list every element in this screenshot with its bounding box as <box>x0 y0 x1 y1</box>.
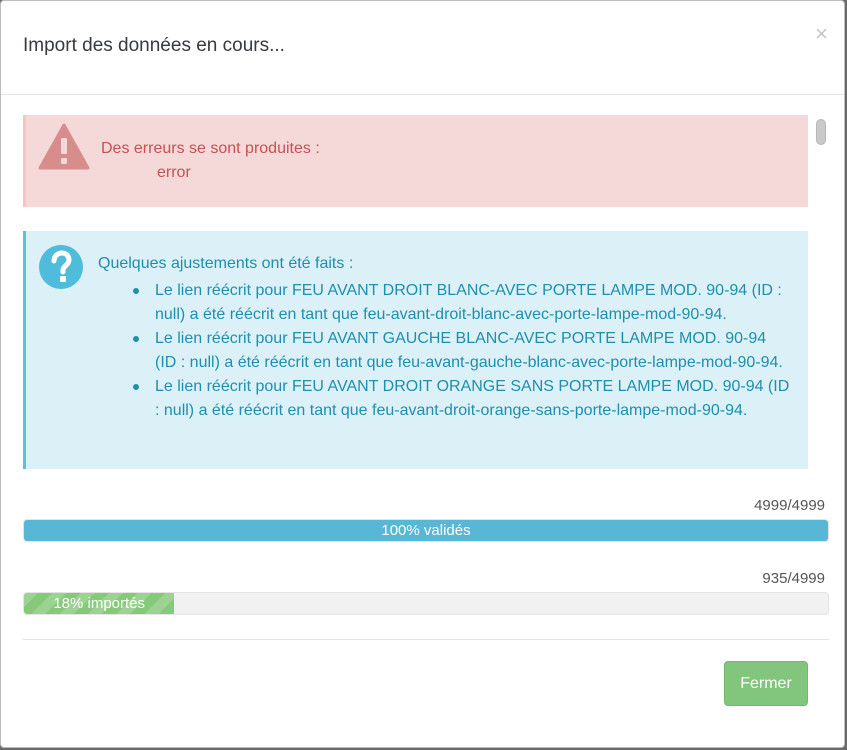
modal-title: Import des données en cours... <box>23 35 285 56</box>
scrollbar[interactable] <box>813 115 829 469</box>
close-icon[interactable]: × <box>815 23 828 45</box>
import-progress-bar: 18% importés <box>23 592 829 615</box>
adjustments-list: Le lien réécrit pour FEU AVANT DROIT BLA… <box>98 279 798 423</box>
scrollbar-thumb[interactable] <box>816 119 826 145</box>
error-alert-title: Des erreurs se sont produites : <box>101 140 320 157</box>
list-item: Le lien réécrit pour FEU AVANT DROIT ORA… <box>98 375 790 423</box>
validation-progress-bar: 100% validés <box>23 519 829 542</box>
validation-progress-fill: 100% validés <box>24 520 828 541</box>
list-item: Le lien réécrit pour FEU AVANT DROIT BLA… <box>98 279 790 327</box>
error-alert-item: error <box>157 164 191 181</box>
info-alert-title: Quelques ajustements ont été faits : <box>98 255 354 272</box>
info-alert: Quelques ajustements ont été faits : Le … <box>23 231 808 469</box>
close-button[interactable]: Fermer <box>724 661 808 706</box>
import-modal: Import des données en cours... × Des err… <box>0 0 845 748</box>
footer-divider <box>23 639 829 640</box>
error-alert: Des erreurs se sont produites : error <box>23 115 808 207</box>
modal-header: Import des données en cours... × <box>1 1 844 95</box>
import-count: 935/4999 <box>762 570 825 587</box>
warning-triangle-icon <box>38 123 90 170</box>
list-item: Le lien réécrit pour FEU AVANT GAUCHE BL… <box>98 327 790 375</box>
import-progress-fill: 18% importés <box>24 593 175 614</box>
question-circle-icon <box>39 245 83 289</box>
messages-scroll-area[interactable]: Des erreurs se sont produites : error Qu… <box>23 115 829 469</box>
validation-count: 4999/4999 <box>754 497 825 514</box>
